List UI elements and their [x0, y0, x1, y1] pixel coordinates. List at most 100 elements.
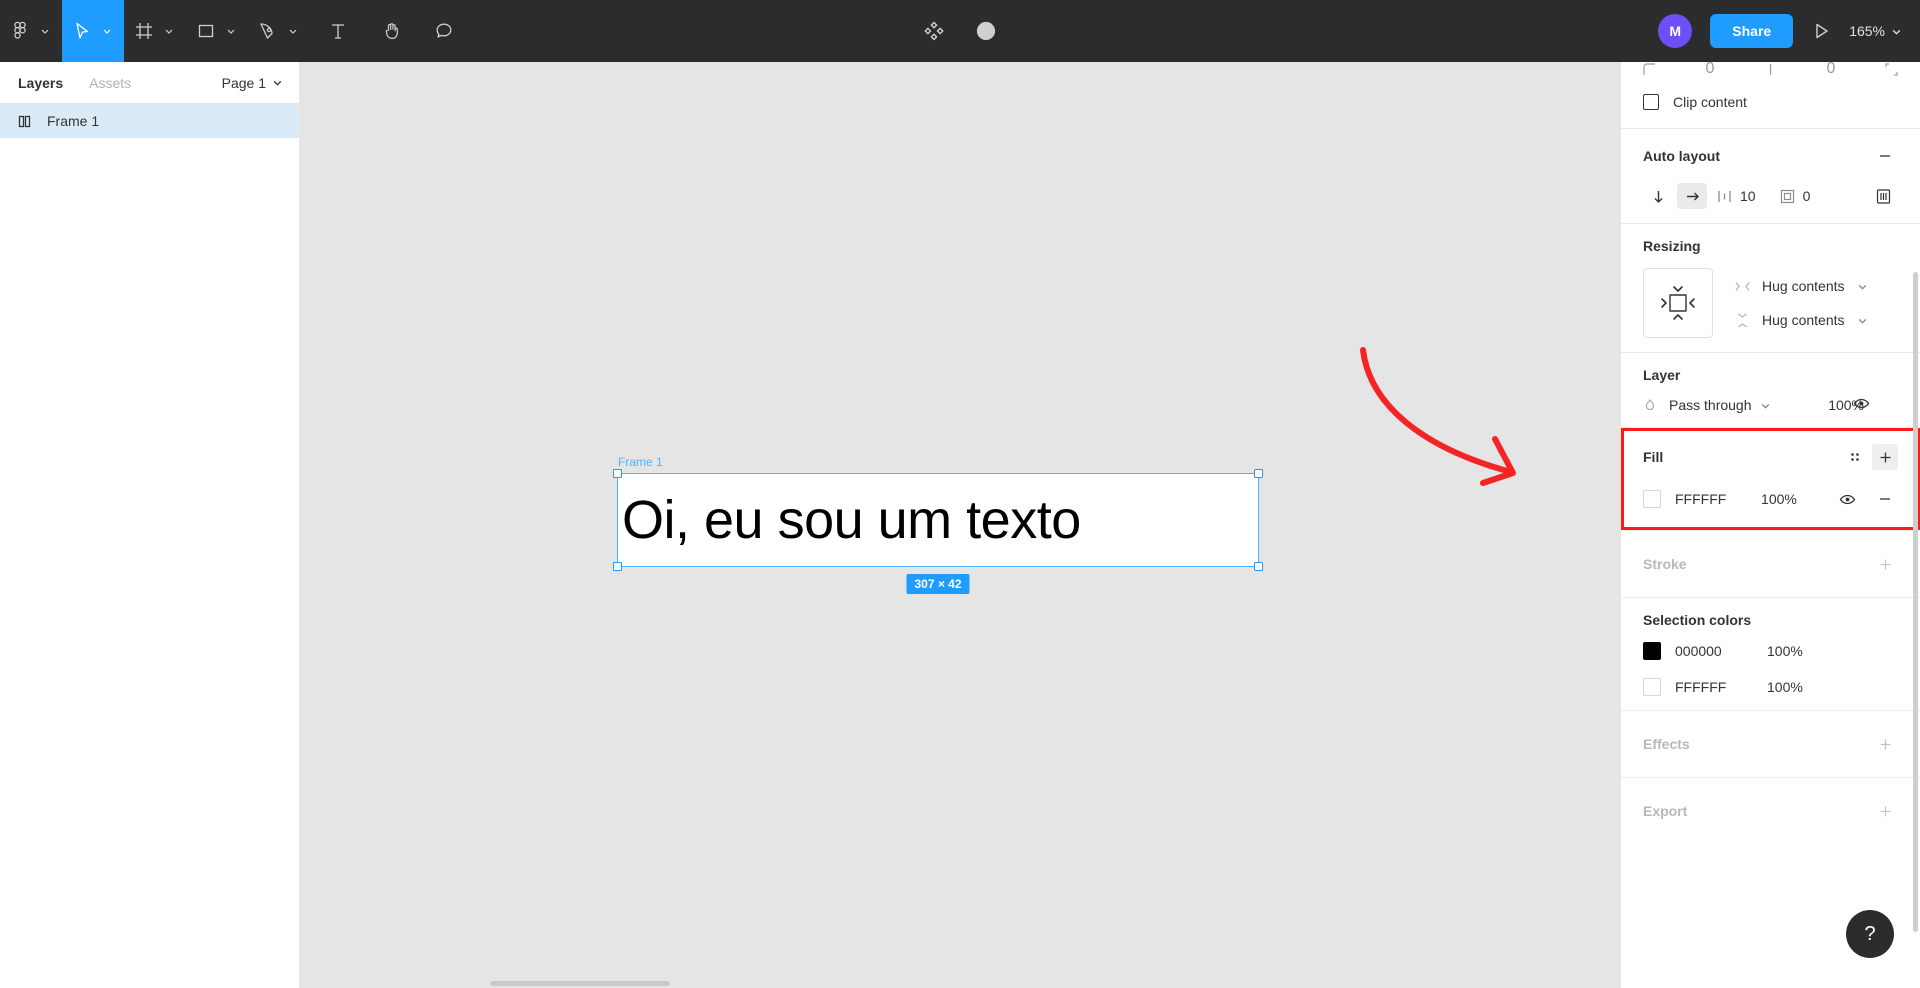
remove-auto-layout-button[interactable]	[1872, 143, 1898, 169]
tool-comment[interactable]	[418, 0, 470, 62]
stroke-title: Stroke	[1643, 556, 1687, 572]
help-button[interactable]: ?	[1846, 910, 1894, 958]
corner-radius-value: 0	[1705, 62, 1715, 76]
clip-content-checkbox[interactable]	[1643, 94, 1659, 110]
move-tool-chevron-down-icon[interactable]	[102, 0, 124, 62]
frame-selection-box[interactable]: Oi, eu sou um texto	[617, 473, 1259, 567]
layer-blend-row[interactable]: Pass through 100%	[1643, 397, 1898, 413]
fill-opacity-value[interactable]: 100%	[1761, 491, 1834, 507]
alignment-button[interactable]	[1868, 183, 1898, 209]
padding-icon	[1780, 189, 1794, 203]
resizing-controls: Hug contents Hug contents	[1643, 268, 1898, 338]
move-tool-icon[interactable]	[62, 0, 102, 62]
selection-color-swatch[interactable]	[1643, 678, 1661, 696]
page-chevron-down-icon	[273, 80, 282, 86]
selection-color-row[interactable]: 000000 100%	[1643, 642, 1898, 660]
resize-handle-top-right[interactable]	[1254, 469, 1263, 478]
resize-handle-bottom-left[interactable]	[613, 562, 622, 571]
fill-hex-value[interactable]: FFFFFF	[1675, 491, 1761, 507]
selection-color-row[interactable]: FFFFFF 100%	[1643, 678, 1898, 696]
canvas-horizontal-scrollbar[interactable]	[490, 981, 670, 986]
selection-color-swatch[interactable]	[1643, 642, 1661, 660]
resize-handle-bottom-right[interactable]	[1254, 562, 1263, 571]
share-button[interactable]: Share	[1710, 14, 1794, 48]
fill-header: Fill	[1643, 444, 1898, 470]
canvas-text-element[interactable]: Oi, eu sou um texto	[618, 474, 1258, 566]
selection-color-opacity: 100%	[1767, 643, 1803, 659]
add-effect-button[interactable]	[1872, 731, 1898, 757]
stroke-header: Stroke	[1643, 551, 1898, 577]
auto-layout-header: Auto layout	[1643, 143, 1898, 169]
fill-item-row[interactable]: FFFFFF 100%	[1643, 486, 1898, 512]
tab-assets[interactable]: Assets	[89, 75, 131, 91]
comment-tool-icon[interactable]	[418, 0, 470, 62]
frame-tool-icon[interactable]	[124, 0, 164, 62]
clip-content-section: Clip content	[1621, 76, 1920, 129]
direction-horizontal-button[interactable]	[1677, 183, 1707, 209]
present-play-icon[interactable]	[1811, 21, 1831, 41]
left-sidebar: Layers Assets Page 1 Frame 1	[0, 62, 300, 988]
tab-layers[interactable]: Layers	[18, 75, 63, 91]
selection-colors-header: Selection colors	[1643, 612, 1898, 628]
spacing-value: 10	[1740, 188, 1756, 204]
fill-styles-button[interactable]	[1842, 444, 1868, 470]
right-panel-scrollbar[interactable]	[1913, 272, 1918, 932]
toolbar-right-controls: M Share 165%	[1658, 14, 1902, 48]
contrast-icon[interactable]	[974, 19, 998, 43]
horizontal-resizing-dropdown[interactable]: Hug contents	[1735, 278, 1868, 294]
rectangle-tool-icon[interactable]	[186, 0, 226, 62]
constraints-widget[interactable]	[1643, 268, 1713, 338]
text-tool-icon[interactable]	[310, 0, 366, 62]
add-fill-button[interactable]	[1872, 444, 1898, 470]
corner-radius-icon	[1643, 62, 1655, 75]
remove-fill-button[interactable]	[1872, 486, 1898, 512]
layer-header: Layer	[1643, 367, 1898, 383]
vertical-resizing-dropdown[interactable]: Hug contents	[1735, 312, 1868, 328]
spacing-field[interactable]: 10	[1711, 188, 1756, 204]
tool-frame[interactable]	[124, 0, 186, 62]
tool-pen[interactable]	[248, 0, 310, 62]
spacing-icon	[1718, 190, 1731, 202]
export-section: Export	[1621, 778, 1920, 844]
tool-hand[interactable]	[366, 0, 418, 62]
tool-figma-menu[interactable]	[0, 0, 62, 62]
shape-tool-chevron-down-icon[interactable]	[226, 0, 248, 62]
blend-mode-dropdown[interactable]: Pass through	[1669, 397, 1771, 413]
tool-shape[interactable]	[186, 0, 248, 62]
direction-vertical-button[interactable]	[1643, 183, 1673, 209]
corner-radius-row-partial[interactable]: 0 0	[1621, 62, 1920, 76]
add-export-button[interactable]	[1872, 798, 1898, 824]
avatar[interactable]: M	[1658, 14, 1693, 48]
top-toolbar: M Share 165%	[0, 0, 1920, 62]
frame-autolayout-icon	[18, 114, 33, 129]
canvas-viewport[interactable]: Frame 1 Oi, eu sou um texto 307 × 42	[300, 62, 1620, 988]
selected-frame[interactable]: Frame 1 Oi, eu sou um texto 307 × 42	[613, 455, 1263, 594]
figma-menu-icon[interactable]	[0, 0, 40, 62]
horizontal-resize-value: Hug contents	[1762, 278, 1845, 294]
layer-title: Layer	[1643, 367, 1681, 383]
auto-layout-controls: 10 0	[1643, 183, 1898, 209]
clip-content-row[interactable]: Clip content	[1643, 94, 1898, 110]
zoom-chevron-down-icon	[1892, 29, 1901, 35]
layer-item-frame-1[interactable]: Frame 1	[0, 104, 299, 138]
frame-label[interactable]: Frame 1	[618, 455, 663, 469]
add-stroke-button[interactable]	[1872, 551, 1898, 577]
effects-header: Effects	[1643, 731, 1898, 757]
zoom-level-control[interactable]: 165%	[1849, 23, 1902, 39]
pen-tool-chevron-down-icon[interactable]	[288, 0, 310, 62]
page-selector[interactable]: Page 1	[222, 75, 283, 91]
figma-menu-chevron-down-icon[interactable]	[40, 0, 62, 62]
pen-tool-icon[interactable]	[248, 0, 288, 62]
tool-move[interactable]	[62, 0, 124, 62]
hand-tool-icon[interactable]	[366, 0, 418, 62]
layer-visibility-eye-icon[interactable]	[1853, 395, 1870, 415]
resize-handle-top-left[interactable]	[613, 469, 622, 478]
padding-field[interactable]: 0	[1760, 188, 1811, 204]
frame-tool-chevron-down-icon[interactable]	[164, 0, 186, 62]
fill-color-swatch[interactable]	[1643, 490, 1661, 508]
fill-visibility-eye-icon[interactable]	[1834, 486, 1860, 512]
rotation-value: 0	[1826, 62, 1836, 76]
padding-value: 0	[1802, 188, 1811, 204]
tool-text[interactable]	[310, 0, 366, 62]
components-icon[interactable]	[922, 19, 946, 43]
